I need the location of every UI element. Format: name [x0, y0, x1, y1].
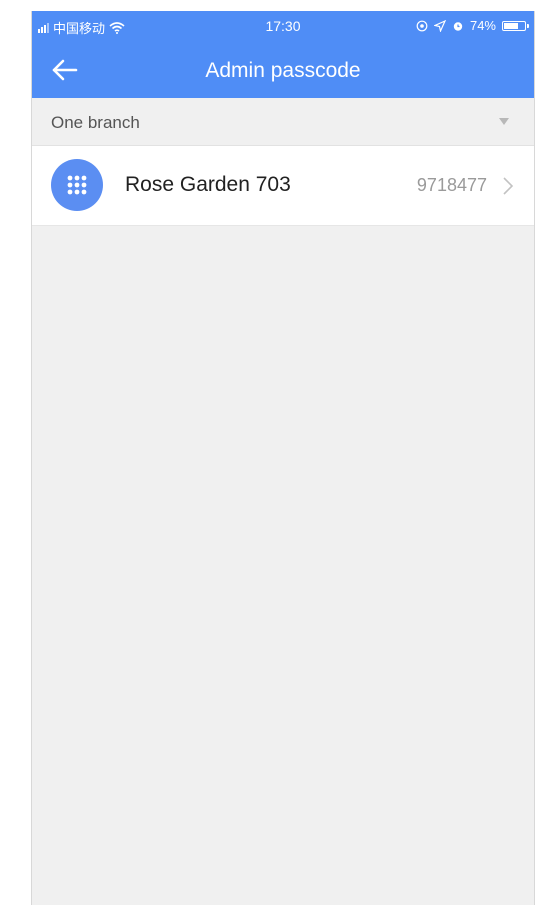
- keypad-dots: [67, 175, 87, 195]
- lock-list-item[interactable]: Rose Garden 703 9718477: [32, 146, 534, 226]
- page-title: Admin passcode: [205, 59, 361, 82]
- battery-percent: 74%: [469, 18, 496, 33]
- keypad-icon: [51, 159, 103, 211]
- dropdown-triangle-icon: [499, 118, 509, 125]
- branch-selected-label: One branch: [51, 113, 140, 132]
- location-arrow-icon: [433, 19, 446, 32]
- app-screen: 中国移动 17:30 74% Admin passcode One branch…: [31, 11, 535, 905]
- status-right: 74%: [416, 18, 529, 33]
- app-header: Admin passcode: [32, 42, 534, 98]
- chevron-right-icon: [503, 177, 514, 195]
- status-bar: 中国移动 17:30 74%: [32, 11, 534, 42]
- location-lock-icon: [416, 20, 428, 31]
- battery-icon: [502, 20, 529, 31]
- lock-passcode: 9718477: [416, 175, 487, 195]
- branch-selector[interactable]: One branch: [32, 98, 534, 146]
- alarm-icon: [453, 21, 463, 31]
- battery-fill: [504, 22, 518, 29]
- lock-name: Rose Garden 703: [125, 173, 291, 196]
